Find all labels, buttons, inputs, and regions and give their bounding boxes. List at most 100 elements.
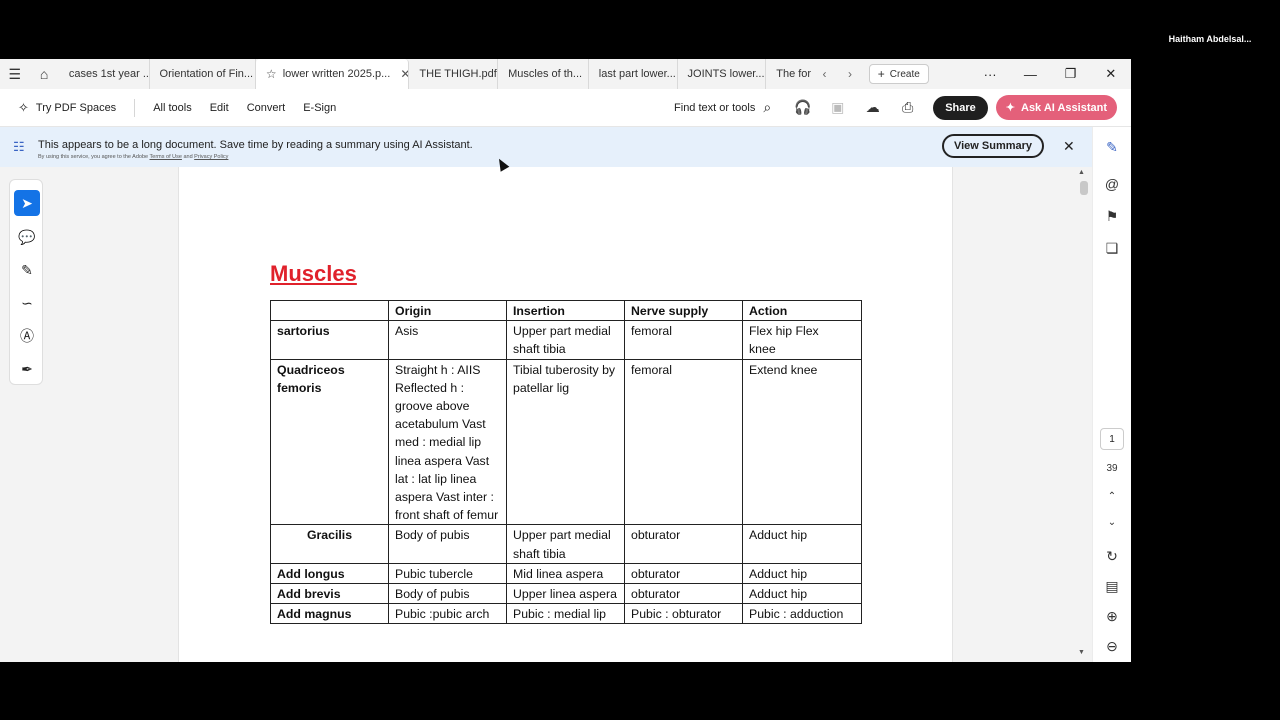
privacy-policy-link[interactable]: Privacy Policy — [194, 154, 228, 160]
close-banner-icon[interactable]: ✕ — [1063, 138, 1075, 155]
chevron-left-icon[interactable]: ‹ — [812, 67, 838, 81]
tab-the-for[interactable]: The for — [766, 59, 812, 89]
tab-orientation[interactable]: Orientation of Fin... — [150, 59, 256, 89]
try-pdf-spaces-button[interactable]: ✧ Try PDF Spaces — [18, 100, 116, 116]
tab-muscles[interactable]: Muscles of th... — [498, 59, 589, 89]
column-header — [270, 299, 389, 322]
tab-joints[interactable]: JOINTS lower... — [678, 59, 767, 89]
view-summary-button[interactable]: View Summary — [942, 134, 1044, 158]
table-row: Quadriceos femoris Straight h : AIIS Ref… — [270, 358, 862, 526]
restore-icon[interactable]: ❐ — [1051, 66, 1091, 82]
find-label: Find text or tools — [674, 101, 756, 114]
terms-of-use-link[interactable]: Terms of Use — [150, 154, 182, 160]
save-icon[interactable]: ▣ — [820, 99, 855, 116]
read-aloud-icon[interactable]: 🎧 — [785, 99, 820, 116]
pages-icon[interactable]: ❏ — [1102, 240, 1122, 257]
upload-cloud-icon[interactable]: ☁ — [855, 99, 890, 116]
origin-cell: Pubic :pubic arch — [388, 603, 507, 625]
close-window-icon[interactable]: ✕ — [1091, 66, 1131, 82]
fit-page-icon[interactable]: ▤ — [1102, 578, 1122, 595]
all-tools-menu[interactable]: All tools — [153, 102, 192, 114]
star-icon[interactable]: ☆ — [266, 67, 277, 81]
refresh-icon[interactable]: ↻ — [1102, 548, 1122, 565]
muscle-name-cell: Add longus — [270, 562, 389, 585]
spaces-icon: ✧ — [18, 99, 29, 115]
action-cell: Adduct hip — [742, 583, 862, 605]
bookmark-icon[interactable]: ⚑ — [1102, 208, 1122, 225]
select-tool-icon[interactable]: ➤ — [14, 190, 40, 216]
insertion-cell: Upper linea aspera — [506, 583, 625, 605]
print-icon[interactable]: ⎙ — [890, 99, 925, 116]
edit-menu[interactable]: Edit — [210, 102, 229, 114]
origin-cell: Body of pubis — [388, 524, 507, 564]
insertion-cell: Upper part medial shaft tibia — [506, 320, 625, 360]
home-icon[interactable]: ⌂ — [29, 59, 58, 89]
tab-lower-written-active[interactable]: ☆ lower written 2025.p... ✕ — [255, 59, 410, 89]
find-tools-button[interactable]: Find text or tools ⌕ — [674, 99, 771, 116]
tab-label: last part lower... — [598, 68, 676, 80]
tab-label: cases 1st year ... — [68, 68, 150, 80]
more-options-icon[interactable]: ··· — [970, 67, 1010, 82]
muscle-name-cell: sartorius — [270, 320, 389, 360]
highlight-pen-icon[interactable]: ✎ — [14, 257, 40, 283]
nerve-cell: femoral — [624, 358, 743, 526]
nerve-cell: obturator — [624, 562, 743, 585]
close-tab-icon[interactable]: ✕ — [400, 67, 408, 81]
page-down-icon[interactable]: ⌄ — [1102, 517, 1122, 528]
comment-icon[interactable]: @ — [1102, 176, 1122, 192]
muscle-name-cell: Quadriceos femoris — [270, 358, 389, 526]
insertion-cell: Pubic : medial lip — [506, 603, 625, 625]
muscle-name-cell: Gracilis — [270, 524, 389, 564]
table-row: sartorius Asis Upper part medial shaft t… — [270, 320, 862, 360]
create-button[interactable]: + Create — [868, 64, 929, 84]
vertical-scrollbar[interactable]: ▲ ▼ — [1078, 167, 1090, 662]
share-button[interactable]: Share — [933, 95, 988, 120]
scroll-down-arrow-icon[interactable]: ▼ — [1078, 649, 1085, 656]
ai-assistant-icon: ✦ — [1005, 102, 1015, 114]
action-cell: Adduct hip — [742, 524, 862, 564]
origin-cell: Straight h : AIIS Reflected h : groove a… — [388, 358, 507, 526]
sign-tool-icon[interactable]: ✒ — [14, 356, 40, 382]
insertion-cell: Upper part medial shaft tibia — [506, 524, 625, 564]
convert-menu[interactable]: Convert — [247, 102, 286, 114]
text-select-icon[interactable]: Ⓐ — [14, 323, 40, 349]
zoom-out-icon[interactable]: ⊖ — [1102, 638, 1122, 655]
action-cell: Extend knee — [742, 358, 862, 526]
spaces-label: Try PDF Spaces — [35, 101, 117, 114]
ai-chat-icon[interactable]: ✎ — [1102, 139, 1122, 156]
insertion-cell: Tibial tuberosity by patellar lig — [506, 358, 625, 526]
column-header: Origin — [388, 299, 507, 322]
ai-label: Ask AI Assistant — [1021, 101, 1107, 114]
legal-and: and — [183, 154, 193, 160]
create-label: Create — [889, 68, 920, 80]
right-rail: ✎ @ ⚑ ❏ 1 39 ⌃ ⌄ ↻ ▤ ⊕ ⊖ — [1092, 127, 1131, 662]
table-row: Add brevis Body of pubis Upper linea asp… — [270, 583, 862, 605]
tab-cases[interactable]: cases 1st year ... — [59, 59, 150, 89]
page-up-icon[interactable]: ⌃ — [1102, 491, 1122, 502]
current-page-input[interactable]: 1 — [1100, 428, 1124, 450]
add-comment-icon[interactable]: 💬 — [14, 224, 40, 250]
hamburger-menu-icon[interactable]: ☰ — [0, 59, 29, 89]
scroll-up-arrow-icon[interactable]: ▲ — [1078, 169, 1085, 176]
origin-cell: Pubic tubercle — [388, 562, 507, 585]
nerve-cell: Pubic : obturator — [624, 603, 743, 625]
search-icon: ⌕ — [763, 99, 772, 115]
ask-ai-assistant-button[interactable]: ✦ Ask AI Assistant — [995, 95, 1117, 120]
tab-last-part[interactable]: last part lower... — [589, 59, 678, 89]
draw-freehand-icon[interactable]: ∽ — [14, 290, 40, 316]
plus-icon: + — [877, 67, 885, 81]
table-header-row: Origin Insertion Nerve supply Action — [270, 299, 862, 322]
nerve-cell: obturator — [624, 524, 743, 564]
nerve-cell: femoral — [624, 320, 743, 360]
origin-cell: Asis — [388, 320, 507, 360]
tab-the-thigh[interactable]: THE THIGH.pdf — [409, 59, 499, 89]
tab-bar: ☰ ⌂ cases 1st year ... Orientation of Fi… — [0, 59, 1131, 89]
tab-label: The for — [776, 68, 812, 80]
chevron-right-icon[interactable]: › — [837, 67, 863, 81]
scroll-thumb[interactable] — [1080, 181, 1088, 195]
minimize-icon[interactable]: — — [1010, 67, 1050, 82]
insertion-cell: Mid linea aspera — [506, 562, 625, 585]
esign-menu[interactable]: E-Sign — [303, 102, 336, 114]
zoom-in-icon[interactable]: ⊕ — [1102, 608, 1122, 625]
quick-tools-panel: ➤ 💬 ✎ ∽ Ⓐ ✒ — [9, 179, 43, 385]
